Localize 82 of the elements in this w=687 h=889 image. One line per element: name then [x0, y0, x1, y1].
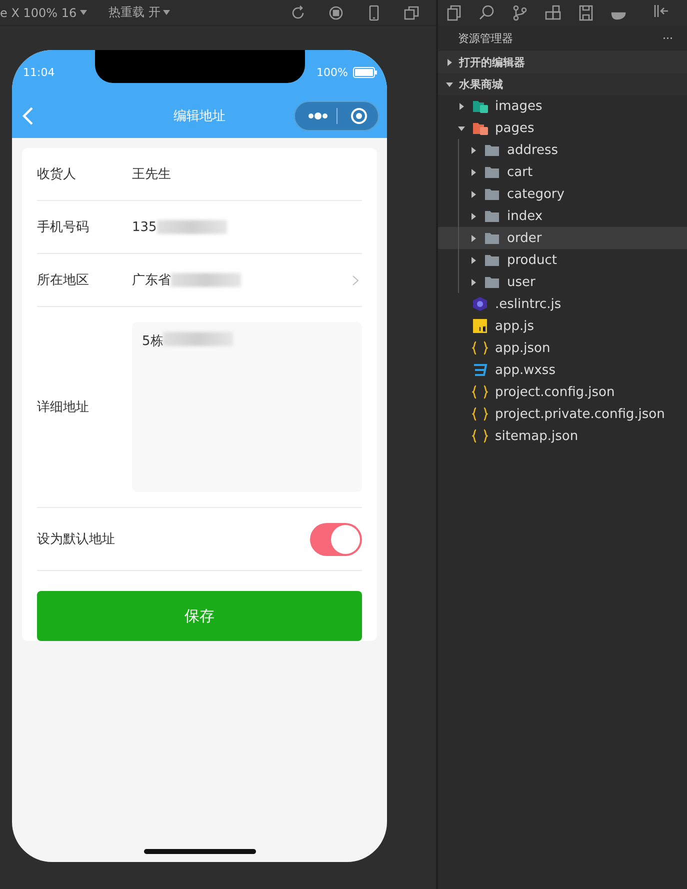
expand-arrow-icon[interactable]: [458, 124, 465, 132]
folder-icon: [484, 275, 500, 289]
hexagon-icon: [472, 297, 488, 311]
input-field[interactable]: 135: [132, 220, 362, 234]
address-textarea[interactable]: 5栋: [132, 322, 362, 492]
file-tree-item[interactable]: product: [438, 249, 687, 271]
battery-level: 100%: [316, 66, 348, 78]
explorer-section[interactable]: 水果商城: [438, 73, 687, 95]
caret-icon: [163, 10, 170, 15]
expand-arrow-icon[interactable]: [446, 58, 453, 66]
battery-icon: [353, 66, 377, 78]
input-field[interactable]: 王先生: [132, 165, 362, 183]
file-tree-item[interactable]: sitemap.json: [438, 425, 687, 447]
folder-icon: [472, 121, 488, 135]
field-value: 135: [132, 220, 157, 234]
image-folder-icon: [472, 99, 488, 113]
close-target-icon[interactable]: [351, 108, 367, 124]
css-file-icon: [472, 363, 488, 377]
file-tree-item[interactable]: category: [438, 183, 687, 205]
expand-arrow-icon[interactable]: [470, 256, 477, 264]
braces-icon: [472, 407, 488, 421]
page-title: 编辑地址: [174, 108, 226, 125]
more-button[interactable]: ···: [662, 32, 673, 44]
file-tree-item[interactable]: project.private.config.json: [438, 403, 687, 425]
field-label: 收货人: [37, 166, 77, 183]
field-label: 详细地址: [37, 399, 90, 416]
file-tree-item[interactable]: pages: [438, 117, 687, 139]
chevron-icon: [352, 274, 359, 286]
grid-icon[interactable]: [545, 4, 561, 20]
hot-reload-toggle[interactable]: 热重载 开: [108, 4, 170, 21]
expand-arrow-icon[interactable]: [458, 102, 465, 110]
explorer-title: 资源管理器: [458, 30, 513, 46]
status-time: 11:04: [23, 66, 55, 78]
folder-icon: [484, 143, 500, 157]
folder-icon: [484, 187, 500, 201]
file-tree-item[interactable]: project.config.json: [438, 381, 687, 403]
files-icon[interactable]: [446, 4, 462, 20]
file-tree-item[interactable]: cart: [438, 161, 687, 183]
expand-arrow-icon[interactable]: [470, 190, 477, 198]
branch-icon[interactable]: [512, 4, 528, 20]
file-tree-item[interactable]: app.json: [438, 337, 687, 359]
file-tree-item[interactable]: order: [438, 227, 687, 249]
file-tree-item[interactable]: images: [438, 95, 687, 117]
expand-arrow-icon[interactable]: [470, 168, 477, 176]
braces-icon: [472, 429, 488, 443]
file-tree-item[interactable]: app.js: [438, 315, 687, 337]
record-icon[interactable]: [328, 4, 344, 20]
braces-icon: [472, 341, 488, 355]
search-icon[interactable]: [479, 4, 495, 20]
field-label: 手机号码: [37, 219, 90, 236]
more-dots-icon[interactable]: [308, 112, 328, 120]
braces-icon: [472, 385, 488, 399]
folder-icon: [484, 165, 500, 179]
folder-icon: [484, 231, 500, 245]
js-file-icon: [472, 319, 488, 333]
region-picker[interactable]: 广东省: [132, 271, 362, 289]
expand-arrow-icon[interactable]: [470, 146, 477, 154]
windows-icon[interactable]: [404, 4, 420, 20]
explorer-section[interactable]: 打开的编辑器: [438, 51, 687, 73]
expand-arrow-icon[interactable]: [446, 80, 453, 88]
caret-icon: [80, 10, 87, 15]
field-label: 所在地区: [37, 272, 90, 289]
file-tree-item[interactable]: address: [438, 139, 687, 161]
folder-icon: [484, 209, 500, 223]
expand-arrow-icon[interactable]: [470, 212, 477, 220]
file-tree-item[interactable]: user: [438, 271, 687, 293]
file-tree-item[interactable]: app.wxss: [438, 359, 687, 381]
save-icon[interactable]: [578, 4, 594, 20]
field-value: 5栋: [142, 333, 164, 350]
device-selector[interactable]: e X 100% 16: [0, 6, 87, 20]
field-label: 设为默认地址: [37, 531, 116, 548]
file-tree-item[interactable]: .eslintrc.js: [438, 293, 687, 315]
field-value: 王先生: [132, 166, 171, 183]
folder-icon: [484, 253, 500, 267]
expand-arrow-icon[interactable]: [470, 278, 477, 286]
file-tree-item[interactable]: index: [438, 205, 687, 227]
capsule-menu[interactable]: [294, 101, 379, 131]
expand-arrow-icon[interactable]: [470, 234, 477, 242]
refresh-icon[interactable]: [290, 4, 306, 20]
field-value: 广东省: [132, 272, 171, 289]
toggle-switch[interactable]: [310, 522, 362, 556]
collapse-panel-icon[interactable]: [653, 2, 669, 18]
